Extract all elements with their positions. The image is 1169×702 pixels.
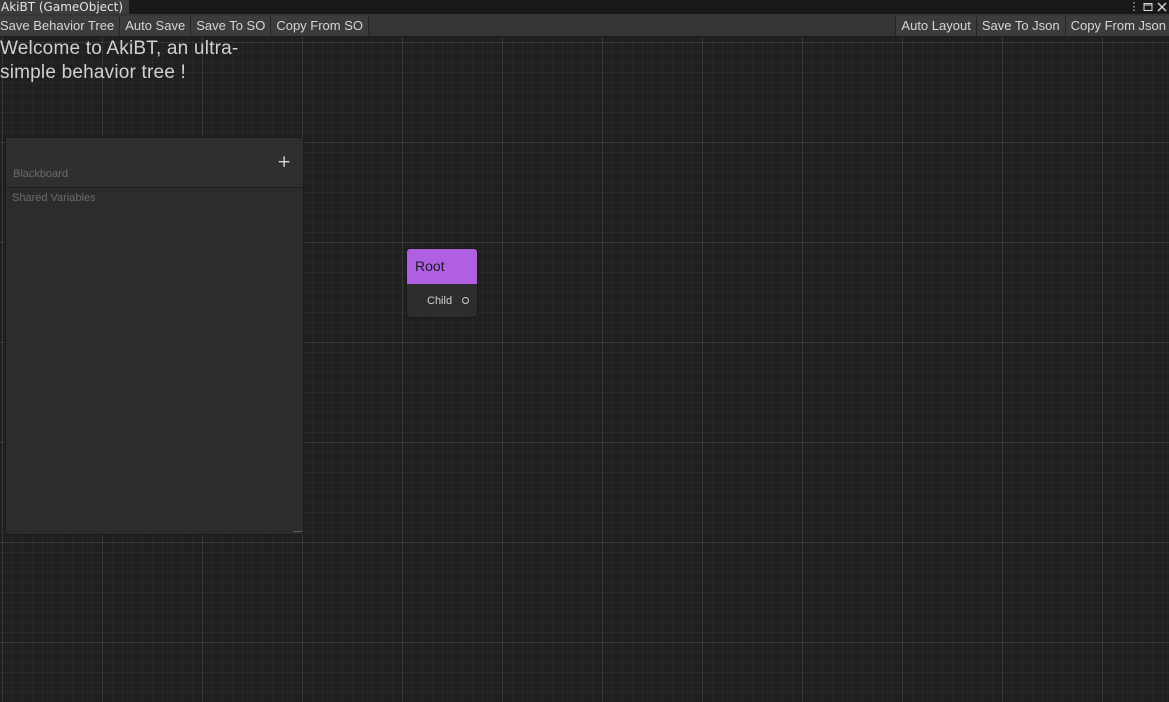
- root-node[interactable]: Root Child: [406, 248, 478, 318]
- toolbar: Save Behavior Tree Auto Save Save To SO …: [0, 14, 1169, 37]
- port-connector-icon[interactable]: [462, 297, 469, 304]
- blackboard-subtitle: Shared Variables: [12, 192, 96, 204]
- blackboard-header[interactable]: Blackboard +: [6, 138, 303, 188]
- copy-from-json-button[interactable]: Copy From Json: [1065, 16, 1169, 36]
- welcome-message: Welcome to AkiBT, an ultra- simple behav…: [0, 37, 280, 85]
- auto-save-toggle[interactable]: Auto Save: [120, 16, 192, 36]
- toolbar-left-group: Save Behavior Tree Auto Save Save To SO …: [0, 16, 370, 36]
- plus-icon[interactable]: +: [277, 154, 291, 171]
- auto-layout-button[interactable]: Auto Layout: [895, 16, 977, 36]
- blackboard-panel[interactable]: Blackboard + Shared Variables: [5, 137, 304, 535]
- welcome-line-2: simple behavior tree !: [0, 62, 187, 83]
- kebab-menu-icon[interactable]: ⋮: [1127, 0, 1141, 14]
- copy-from-so-button[interactable]: Copy From SO: [271, 16, 370, 36]
- port-label: Child: [427, 295, 453, 307]
- window-controls: ⋮: [1127, 0, 1169, 14]
- resize-handle[interactable]: [293, 531, 302, 532]
- welcome-line-1: Welcome to AkiBT, an ultra-: [0, 38, 239, 59]
- window-tab[interactable]: AkiBT (GameObject): [0, 0, 129, 14]
- root-node-header[interactable]: Root: [407, 249, 477, 284]
- save-to-so-button[interactable]: Save To SO: [191, 16, 272, 36]
- root-node-title: Root: [415, 258, 445, 274]
- blackboard-title: Blackboard: [13, 168, 69, 180]
- toolbar-right-group: Auto Layout Save To Json Copy From Json: [895, 16, 1169, 36]
- save-behavior-tree-button[interactable]: Save Behavior Tree: [0, 16, 121, 36]
- graph-canvas[interactable]: Welcome to AkiBT, an ultra- simple behav…: [0, 37, 1169, 702]
- save-to-json-button[interactable]: Save To Json: [976, 16, 1066, 36]
- child-output-port: Child: [407, 284, 477, 317]
- maximize-icon[interactable]: [1141, 0, 1155, 14]
- title-bar: AkiBT (GameObject) ⋮: [0, 0, 1169, 14]
- close-icon[interactable]: [1155, 0, 1169, 14]
